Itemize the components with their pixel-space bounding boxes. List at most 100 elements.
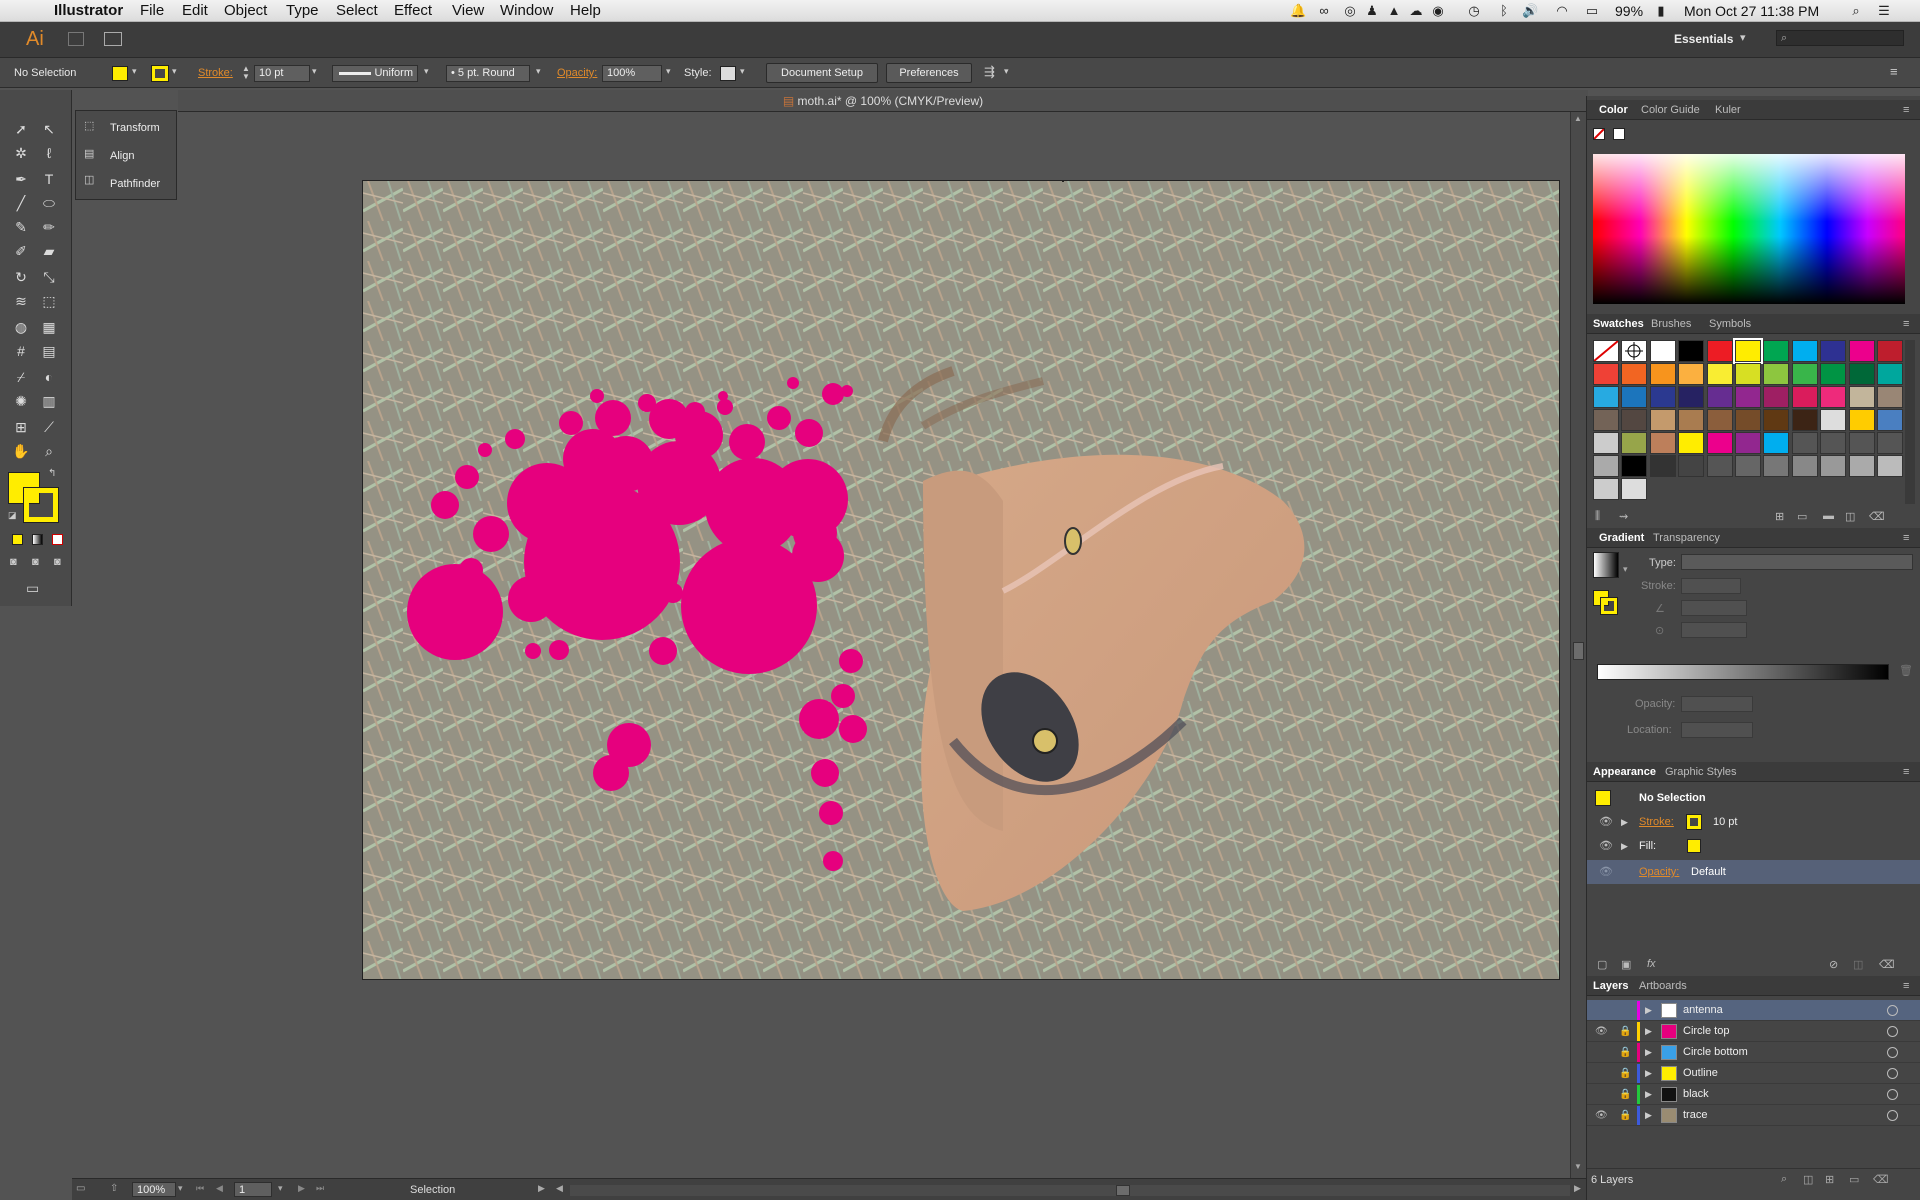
color-swatch[interactable] xyxy=(1877,409,1903,431)
color-mode-icon[interactable] xyxy=(12,534,23,545)
color-swatch[interactable] xyxy=(1763,386,1790,408)
appearance-stroke-value[interactable]: 10 pt xyxy=(1713,810,1737,834)
tab-color-guide[interactable]: Color Guide xyxy=(1641,104,1700,116)
layer-visibility-icon[interactable]: 👁 xyxy=(1595,1021,1608,1042)
scroll-left-icon[interactable]: ◀ xyxy=(556,1183,563,1194)
add-new-fill-icon[interactable]: ▣ xyxy=(1621,958,1631,971)
tab-appearance[interactable]: Appearance xyxy=(1593,766,1656,778)
swatch-libraries-icon[interactable]: ⫼ xyxy=(1595,510,1600,523)
magic-wand-tool-icon[interactable]: ✲ xyxy=(10,142,32,164)
color-swatch[interactable] xyxy=(1621,386,1648,408)
sync-icon[interactable]: ◎ xyxy=(1342,3,1358,19)
scroll-up-icon[interactable]: ▲ xyxy=(1574,114,1582,123)
current-tool-status[interactable]: Selection xyxy=(410,1184,455,1196)
color-swatch[interactable] xyxy=(1848,363,1875,385)
person-icon[interactable]: ♟ xyxy=(1364,3,1380,19)
swatch-kinds-icon[interactable]: ⇝ xyxy=(1619,510,1628,523)
swatch-options-icon[interactable]: ⊞ xyxy=(1775,510,1784,523)
brush-dropdown-icon[interactable]: ▾ xyxy=(536,66,541,77)
opacity-label[interactable]: Opacity: xyxy=(557,67,597,79)
time-machine-icon[interactable]: ◷ xyxy=(1466,3,1482,19)
fill-visibility-icon[interactable]: 👁 xyxy=(1599,834,1613,858)
menu-select[interactable]: Select xyxy=(336,2,378,20)
appearance-menu-icon[interactable]: ≡ xyxy=(1903,766,1909,778)
bridge-icon[interactable] xyxy=(68,32,84,46)
pen-tool-icon[interactable]: ✒ xyxy=(10,168,32,190)
gradient-type-select[interactable] xyxy=(1681,554,1913,570)
workspace-switcher[interactable]: Essentials xyxy=(1674,32,1733,46)
color-swatch[interactable] xyxy=(1877,455,1903,477)
color-swatch[interactable] xyxy=(1820,363,1847,385)
color-swatch[interactable] xyxy=(1791,432,1818,454)
swatch-grid[interactable] xyxy=(1593,338,1905,504)
first-artboard-icon[interactable]: ⏮ xyxy=(196,1183,204,1194)
next-artboard-icon[interactable]: ▶ xyxy=(298,1183,305,1194)
color-swatch[interactable] xyxy=(1649,432,1676,454)
menu-file[interactable]: File xyxy=(140,2,164,20)
color-swatch[interactable] xyxy=(1877,340,1903,362)
none-color-icon[interactable] xyxy=(1593,128,1605,140)
volume-icon[interactable]: 🔊 xyxy=(1522,3,1538,19)
slice-tool-icon[interactable]: ⟋ xyxy=(38,416,60,438)
share-icon[interactable]: ⇧ xyxy=(110,1183,118,1194)
layer-expand-icon[interactable]: ▶ xyxy=(1645,1063,1652,1084)
zoom-input[interactable]: 100% xyxy=(132,1182,176,1197)
tab-kuler[interactable]: Kuler xyxy=(1715,104,1741,116)
flyout-align[interactable]: Align xyxy=(110,145,134,167)
drive-icon[interactable]: ▲ xyxy=(1386,3,1402,19)
add-new-stroke-icon[interactable]: ▢ xyxy=(1597,958,1607,971)
layer-target-icon[interactable] xyxy=(1887,1068,1898,1079)
new-swatch-icon[interactable]: ◫ xyxy=(1845,510,1855,523)
layer-lock-icon[interactable]: 🔒 xyxy=(1619,1063,1631,1084)
style-dropdown-icon[interactable]: ▾ xyxy=(740,66,745,77)
layer-target-icon[interactable] xyxy=(1887,1047,1898,1058)
color-swatch[interactable] xyxy=(1820,340,1847,362)
last-artboard-icon[interactable]: ⏭ xyxy=(316,1183,324,1194)
variable-width-profile[interactable]: Uniform xyxy=(332,65,418,82)
color-swatch[interactable] xyxy=(1593,455,1619,477)
control-menu-icon[interactable]: ≡ xyxy=(1890,64,1898,79)
chevron-down-icon[interactable]: ▾ xyxy=(1740,31,1746,44)
layer-expand-icon[interactable]: ▶ xyxy=(1645,1042,1652,1063)
draw-normal-icon[interactable]: ◙ xyxy=(10,556,17,568)
spotlight-search-icon[interactable]: ⌕ xyxy=(1848,3,1864,19)
appearance-opacity-row[interactable]: 👁 Opacity: Default xyxy=(1587,860,1920,884)
appearance-stroke-label[interactable]: Stroke: xyxy=(1639,810,1674,834)
color-swatch[interactable] xyxy=(1593,409,1619,431)
color-swatch[interactable] xyxy=(1820,409,1847,431)
color-swatch[interactable] xyxy=(1791,363,1818,385)
notification-icon[interactable]: 🔔 xyxy=(1290,3,1306,19)
menu-type[interactable]: Type xyxy=(286,2,319,20)
vpn-icon[interactable]: ◉ xyxy=(1430,3,1446,19)
color-swatch[interactable] xyxy=(1820,432,1847,454)
color-swatch[interactable] xyxy=(1848,386,1875,408)
folder-icon[interactable]: ▬ xyxy=(1823,510,1834,522)
tab-graphic-styles[interactable]: Graphic Styles xyxy=(1665,766,1737,778)
color-swatch[interactable] xyxy=(1678,409,1705,431)
opacity-dropdown-icon[interactable]: ▾ xyxy=(666,66,671,77)
layer-expand-icon[interactable]: ▶ xyxy=(1645,1000,1652,1021)
color-swatch[interactable] xyxy=(1678,432,1705,454)
gradient-preview[interactable] xyxy=(1593,552,1619,578)
layer-name[interactable]: black xyxy=(1683,1084,1709,1105)
battery-icon[interactable]: ▮ xyxy=(1650,3,1672,19)
none-swatch[interactable] xyxy=(1593,340,1619,362)
tab-gradient[interactable]: Gradient xyxy=(1599,532,1644,544)
gradient-slider[interactable] xyxy=(1597,664,1889,680)
color-swatch[interactable] xyxy=(1649,363,1676,385)
color-swatch[interactable] xyxy=(1678,363,1705,385)
color-swatch[interactable] xyxy=(1706,340,1733,362)
shape-builder-tool-icon[interactable]: ◍ xyxy=(10,316,32,338)
stroke-weight-dropdown-icon[interactable]: ▾ xyxy=(312,66,317,77)
layer-row-black[interactable]: 🔒 ▶ black xyxy=(1587,1084,1920,1105)
direct-selection-tool-icon[interactable]: ↖ xyxy=(38,118,60,140)
color-swatch[interactable] xyxy=(1848,409,1875,431)
color-swatch[interactable] xyxy=(1791,409,1818,431)
graphic-style-swatch[interactable] xyxy=(720,66,736,81)
layer-lock-icon[interactable]: 🔒 xyxy=(1619,1042,1631,1063)
previous-artboard-icon[interactable]: ◀ xyxy=(216,1183,223,1194)
delete-swatch-icon[interactable]: ⌫ xyxy=(1869,510,1885,523)
color-swatch[interactable] xyxy=(1621,478,1648,500)
color-swatch[interactable] xyxy=(1706,363,1733,385)
flyout-transform[interactable]: Transform xyxy=(110,117,160,139)
